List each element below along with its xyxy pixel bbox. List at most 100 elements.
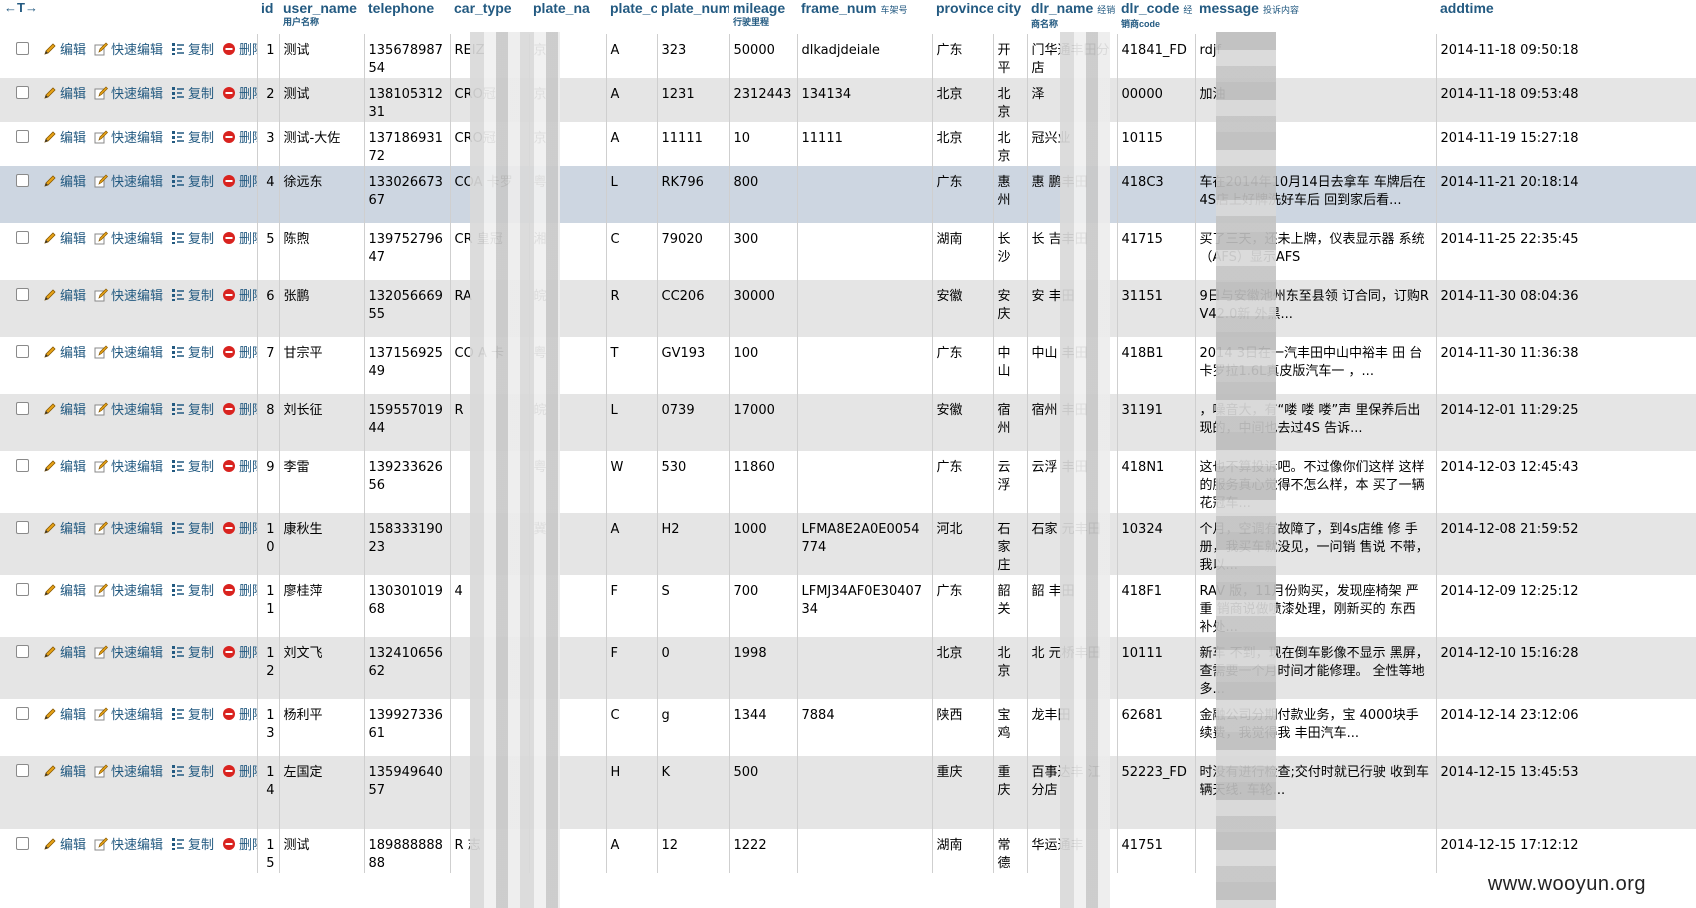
cell-frame-num[interactable]: 134134 bbox=[797, 78, 933, 122]
copy-link[interactable]: 复制 bbox=[171, 708, 214, 723]
cell-dlr-name[interactable]: 韶 丰田 bbox=[1027, 575, 1118, 637]
cell-addtime[interactable]: 2014-12-10 15:16:28 bbox=[1436, 637, 1696, 699]
cell-telephone[interactable]: 13241065662 bbox=[364, 637, 451, 699]
cell-plate-num[interactable]: 11111 bbox=[657, 122, 730, 166]
cell-province[interactable]: 安徽 bbox=[932, 394, 994, 451]
cell-mileage[interactable]: 1344 bbox=[729, 699, 798, 756]
cell-plate-name[interactable] bbox=[529, 575, 607, 637]
cell-mileage[interactable]: 17000 bbox=[729, 394, 798, 451]
table-row[interactable]: 编辑 快速编辑 复制 删除13杨利平13992733661 Cg13447884陕西宝鸡… bbox=[0, 699, 1696, 756]
table-row[interactable]: 编辑 快速编辑 复制 删除9李雷13923362656 粤W53011860 广东云浮云浮… bbox=[0, 451, 1696, 513]
cell-frame-num[interactable]: LFMJ34AF0E3040734 bbox=[797, 575, 933, 637]
cell-message[interactable]: RAV 版，11月份购买，发现座椅架 严重 销商说做喷漆处理，刚新买的 东西 补… bbox=[1195, 575, 1437, 637]
column-nav-arrows[interactable]: ←T→ bbox=[0, 0, 257, 34]
cell-telephone[interactable]: 13594964057 bbox=[364, 756, 451, 829]
cell-user-name[interactable]: 徐远东 bbox=[279, 166, 365, 223]
delete-link[interactable]: 删除 bbox=[222, 522, 256, 537]
row-checkbox[interactable] bbox=[16, 583, 29, 596]
cell-dlr-name[interactable]: 中山 丰田 bbox=[1027, 337, 1118, 394]
cell-car-type[interactable] bbox=[450, 451, 530, 513]
copy-link[interactable]: 复制 bbox=[171, 87, 214, 102]
cell-dlr-name[interactable]: 石家 元丰田 bbox=[1027, 513, 1118, 575]
cell-id[interactable]: 11 bbox=[257, 575, 280, 637]
cell-plate-c[interactable]: A bbox=[606, 829, 658, 873]
cell-mileage[interactable]: 30000 bbox=[729, 280, 798, 337]
cell-city[interactable]: 韶关 bbox=[993, 575, 1028, 637]
quick-edit-link[interactable]: 快速编辑 bbox=[94, 707, 163, 723]
cell-plate-num[interactable]: 79020 bbox=[657, 223, 730, 280]
cell-province[interactable]: 广东 bbox=[932, 34, 994, 78]
cell-dlr-code[interactable]: 10115 bbox=[1117, 122, 1196, 166]
edit-link[interactable]: 编辑 bbox=[43, 232, 86, 247]
cell-id[interactable]: 14 bbox=[257, 756, 280, 829]
cell-city[interactable]: 开平 bbox=[993, 34, 1028, 78]
delete-link[interactable]: 删除 bbox=[222, 87, 256, 102]
delete-link[interactable]: 删除 bbox=[222, 175, 256, 190]
cell-addtime[interactable]: 2014-12-14 23:12:06 bbox=[1436, 699, 1696, 756]
cell-car-type[interactable]: R 志 bbox=[450, 829, 530, 873]
cell-frame-num[interactable] bbox=[797, 223, 933, 280]
cell-plate-num[interactable]: K bbox=[657, 756, 730, 829]
cell-user-name[interactable]: 刘长征 bbox=[279, 394, 365, 451]
cell-user-name[interactable]: 廖桂萍 bbox=[279, 575, 365, 637]
cell-id[interactable]: 9 bbox=[257, 451, 280, 513]
copy-link[interactable]: 复制 bbox=[171, 131, 214, 146]
cell-frame-num[interactable]: 7884 bbox=[797, 699, 933, 756]
cell-user-name[interactable]: 测试 bbox=[279, 34, 365, 78]
cell-plate-c[interactable]: L bbox=[606, 166, 658, 223]
row-checkbox[interactable] bbox=[16, 459, 29, 472]
column-header-message[interactable]: message 投诉内容 bbox=[1195, 0, 1436, 34]
cell-plate-c[interactable]: T bbox=[606, 337, 658, 394]
cell-dlr-code[interactable]: 418N1 bbox=[1117, 451, 1196, 513]
copy-link[interactable]: 复制 bbox=[171, 765, 214, 780]
cell-message[interactable]: rdjf bbox=[1195, 34, 1437, 78]
quick-edit-link[interactable]: 快速编辑 bbox=[94, 231, 163, 247]
cell-addtime[interactable]: 2014-11-30 08:04:36 bbox=[1436, 280, 1696, 337]
cell-dlr-code[interactable]: 52223_FD bbox=[1117, 756, 1196, 829]
cell-id[interactable]: 7 bbox=[257, 337, 280, 394]
cell-plate-name[interactable]: 粤 bbox=[529, 166, 607, 223]
cell-dlr-code[interactable]: 10111 bbox=[1117, 637, 1196, 699]
cell-plate-c[interactable]: A bbox=[606, 78, 658, 122]
cell-car-type[interactable] bbox=[450, 699, 530, 756]
cell-car-type[interactable] bbox=[450, 513, 530, 575]
delete-link[interactable]: 删除 bbox=[222, 289, 256, 304]
row-checkbox[interactable] bbox=[16, 521, 29, 534]
cell-addtime[interactable]: 2014-11-30 11:36:38 bbox=[1436, 337, 1696, 394]
edit-link[interactable]: 编辑 bbox=[43, 838, 86, 853]
cell-car-type[interactable]: CRO冠 bbox=[450, 78, 530, 122]
cell-city[interactable]: 北京 bbox=[993, 122, 1028, 166]
cell-mileage[interactable]: 50000 bbox=[729, 34, 798, 78]
cell-telephone[interactable]: 15833319023 bbox=[364, 513, 451, 575]
row-checkbox[interactable] bbox=[16, 764, 29, 777]
cell-addtime[interactable]: 2014-11-18 09:53:48 bbox=[1436, 78, 1696, 122]
edit-link[interactable]: 编辑 bbox=[43, 403, 86, 418]
copy-link[interactable]: 复制 bbox=[171, 43, 214, 58]
cell-message[interactable] bbox=[1195, 829, 1437, 873]
cell-user-name[interactable]: 杨利平 bbox=[279, 699, 365, 756]
cell-dlr-code[interactable]: 31151 bbox=[1117, 280, 1196, 337]
copy-link[interactable]: 复制 bbox=[171, 289, 214, 304]
edit-link[interactable]: 编辑 bbox=[43, 646, 86, 661]
cell-province[interactable]: 北京 bbox=[932, 78, 994, 122]
quick-edit-link[interactable]: 快速编辑 bbox=[94, 645, 163, 661]
cell-telephone[interactable]: 13810531231 bbox=[364, 78, 451, 122]
cell-id[interactable]: 10 bbox=[257, 513, 280, 575]
cell-message[interactable]: 个月，空调有故障了，到4s店维 修 手册，我买车就没见，一问销 售说 不带，我以… bbox=[1195, 513, 1437, 575]
cell-city[interactable]: 北京 bbox=[993, 637, 1028, 699]
row-checkbox[interactable] bbox=[16, 837, 29, 850]
cell-user-name[interactable]: 左国定 bbox=[279, 756, 365, 829]
cell-frame-num[interactable] bbox=[797, 637, 933, 699]
cell-frame-num[interactable] bbox=[797, 166, 933, 223]
table-row[interactable]: 编辑 快速编辑 复制 删除14左国定13594964057 HK500 重庆重庆百事达丰 … bbox=[0, 756, 1696, 829]
cell-user-name[interactable]: 康秋生 bbox=[279, 513, 365, 575]
cell-plate-name[interactable] bbox=[529, 637, 607, 699]
cell-province[interactable]: 广东 bbox=[932, 166, 994, 223]
quick-edit-link[interactable]: 快速编辑 bbox=[94, 288, 163, 304]
row-checkbox[interactable] bbox=[16, 288, 29, 301]
cell-dlr-name[interactable]: 华运通丰 bbox=[1027, 829, 1118, 873]
copy-link[interactable]: 复制 bbox=[171, 346, 214, 361]
cell-plate-num[interactable]: 12 bbox=[657, 829, 730, 873]
cell-car-type[interactable]: R bbox=[450, 394, 530, 451]
cell-frame-num[interactable]: dlkadjdeiale bbox=[797, 34, 933, 78]
